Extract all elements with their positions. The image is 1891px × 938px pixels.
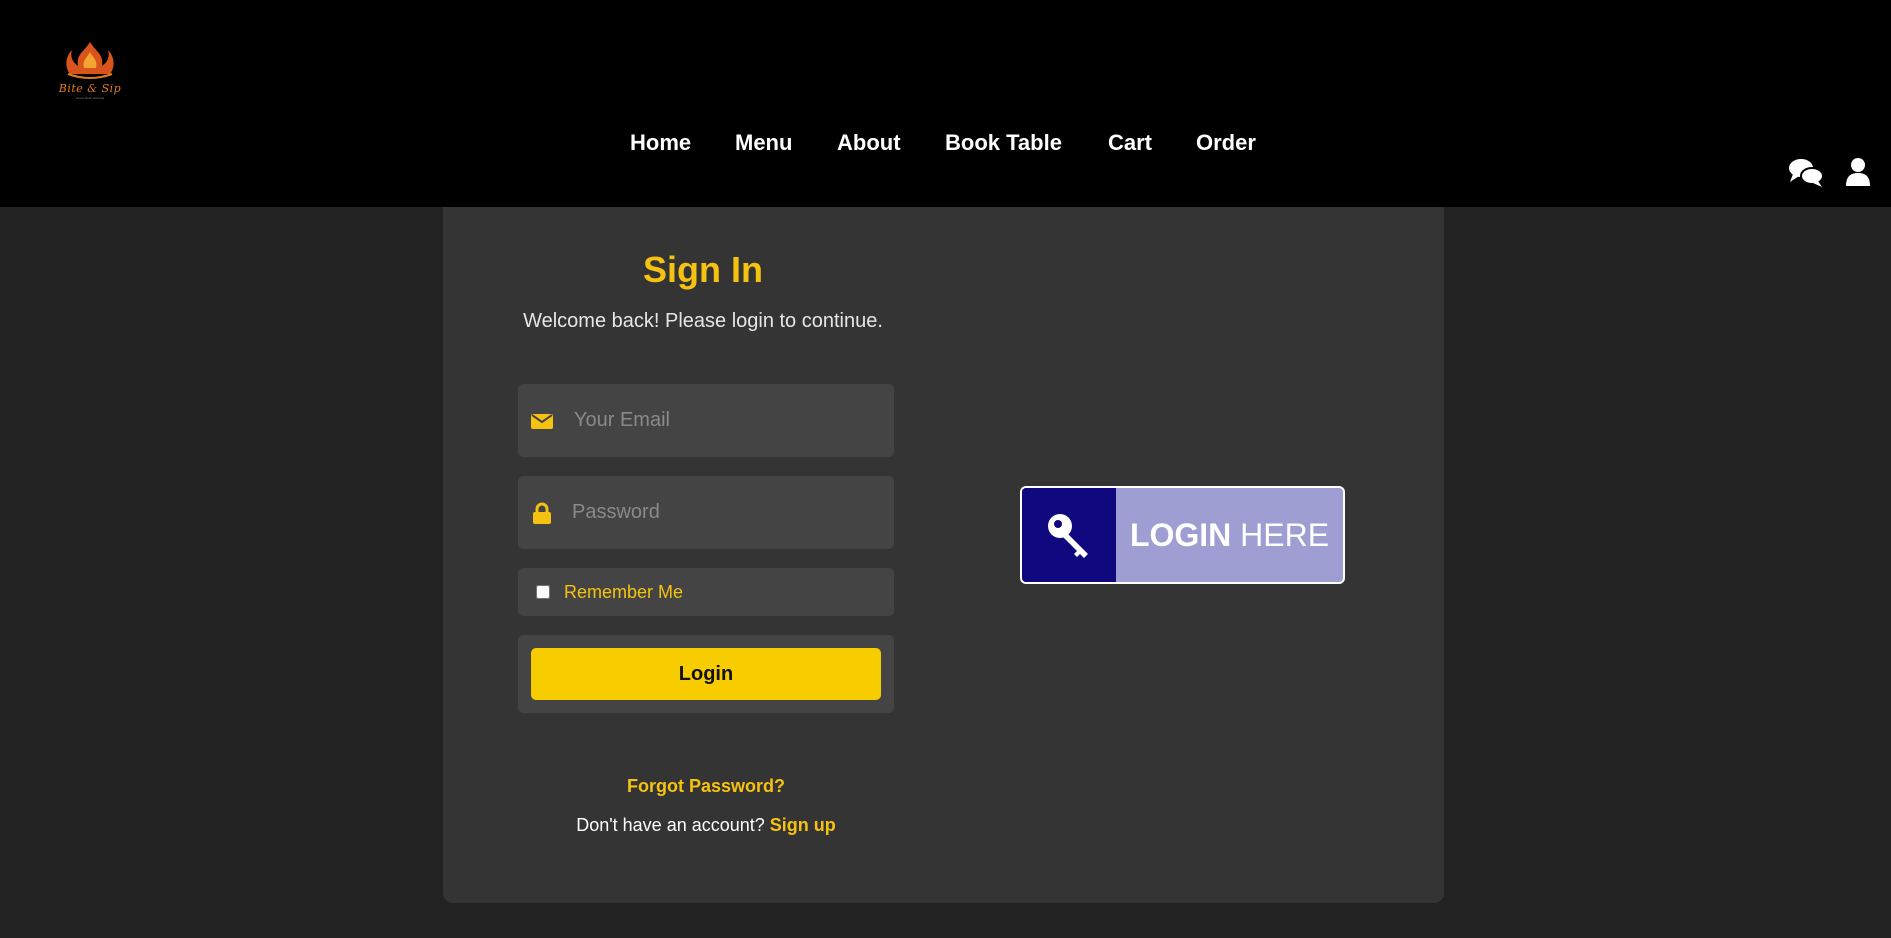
login-here-text: LOGIN HERE — [1116, 488, 1343, 582]
forgot-password-link[interactable]: Forgot Password? — [443, 776, 969, 797]
site-header: Bite & Sip Lorem Dolor Sit Amet Home Men… — [0, 0, 1891, 207]
nav-book-table[interactable]: Book Table — [945, 130, 1062, 156]
signin-subtitle: Welcome back! Please login to continue. — [523, 310, 883, 332]
login-button-container: Login — [518, 635, 894, 713]
email-field — [518, 384, 894, 457]
user-icon[interactable] — [1845, 157, 1881, 189]
nav-about[interactable]: About — [837, 130, 901, 156]
signup-prompt: Don't have an account? Sign up — [443, 815, 969, 836]
nav-order[interactable]: Order — [1196, 130, 1256, 156]
password-field — [518, 476, 894, 549]
remember-checkbox[interactable] — [536, 585, 550, 599]
remember-row: Remember Me — [518, 568, 894, 616]
remember-label[interactable]: Remember Me — [564, 582, 683, 603]
signin-card: Sign In Welcome back! Please login to co… — [443, 207, 1444, 903]
key-icon-box — [1022, 488, 1116, 582]
brand-logo[interactable]: Bite & Sip Lorem Dolor Sit Amet — [54, 38, 126, 104]
envelope-icon — [530, 409, 554, 433]
main-nav: Home Menu About Book Table Cart Order — [0, 130, 1891, 160]
flame-logo-icon — [66, 42, 114, 79]
lock-icon — [530, 501, 554, 525]
login-here-badge: LOGIN HERE — [1020, 486, 1345, 584]
signup-link[interactable]: Sign up — [770, 815, 836, 835]
page-title: Sign In — [643, 249, 763, 290]
nav-menu[interactable]: Menu — [735, 130, 792, 156]
nav-cart[interactable]: Cart — [1108, 130, 1152, 156]
login-here-rest: HERE — [1240, 517, 1330, 553]
nav-home[interactable]: Home — [630, 130, 691, 156]
key-icon — [1048, 514, 1088, 558]
login-button[interactable]: Login — [531, 648, 881, 700]
brand-name: Bite & Sip — [58, 82, 122, 95]
brand-tagline: Lorem Dolor Sit Amet — [75, 96, 105, 100]
no-account-text: Don't have an account? — [576, 815, 765, 835]
login-here-bold: LOGIN — [1129, 517, 1232, 553]
password-input[interactable] — [572, 476, 872, 549]
chat-icon[interactable] — [1788, 157, 1824, 189]
email-input[interactable] — [574, 384, 874, 457]
